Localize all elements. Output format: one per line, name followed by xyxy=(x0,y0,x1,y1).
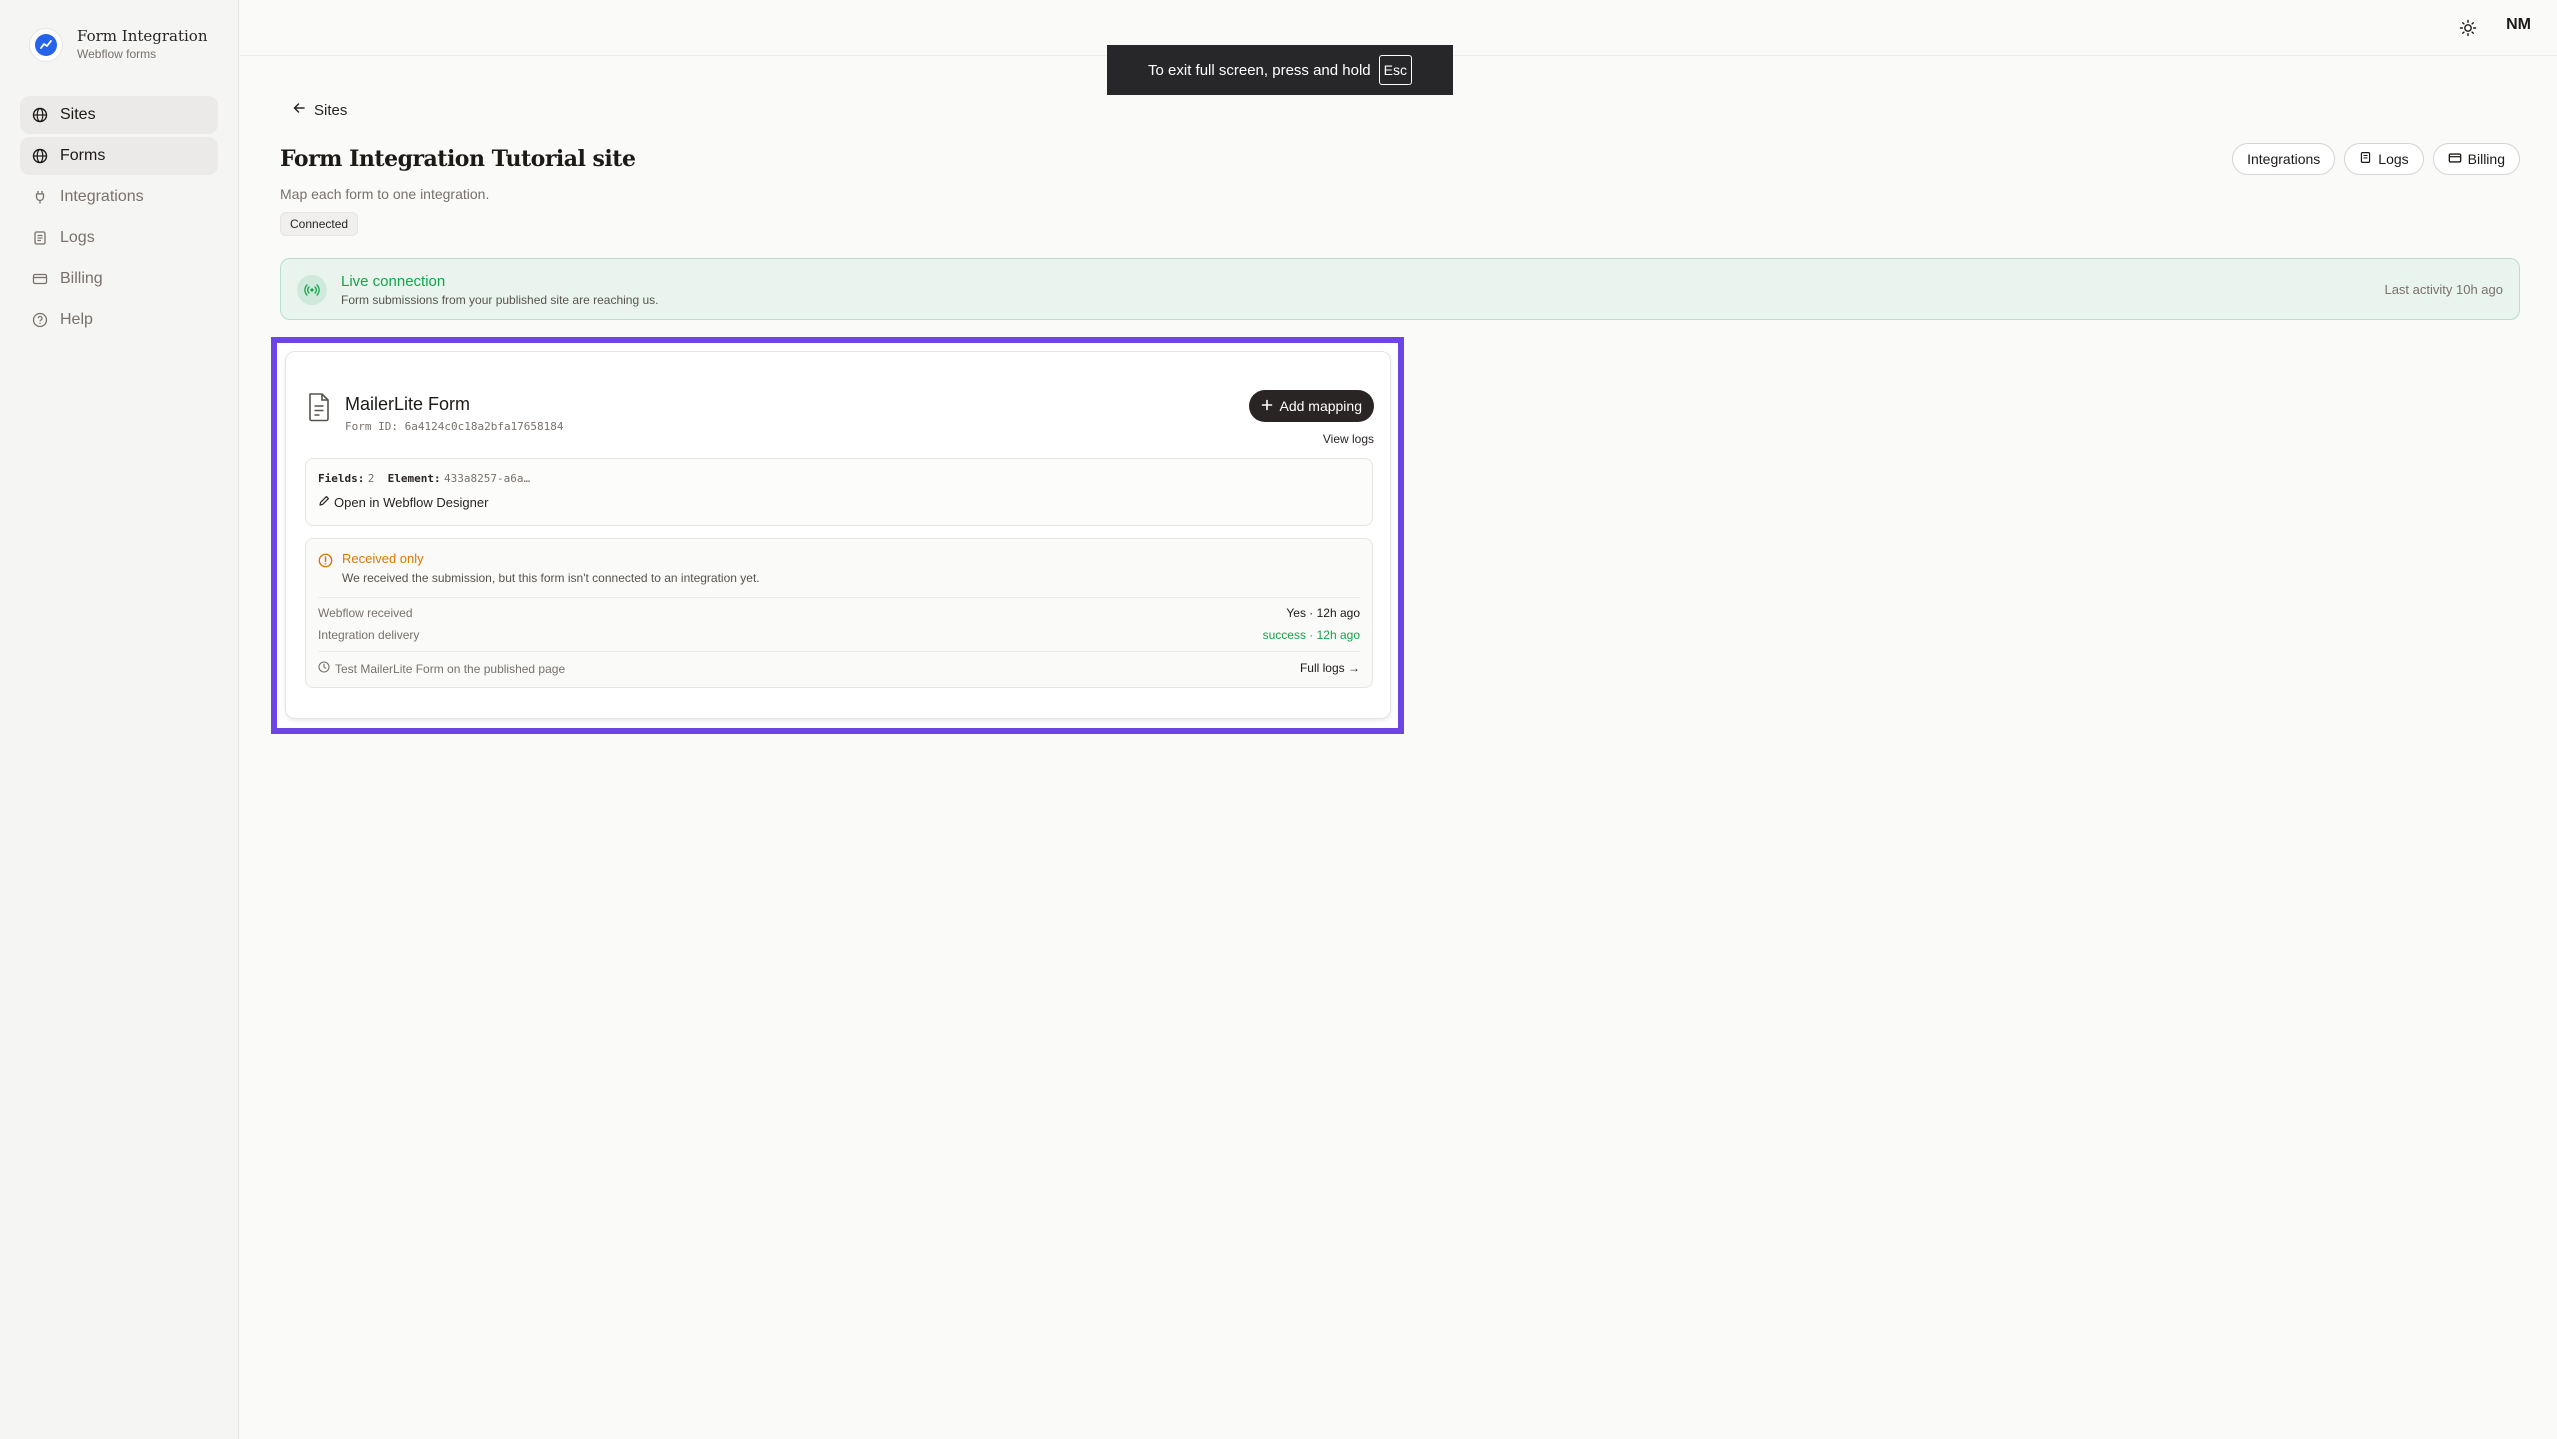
brand[interactable]: Form Integration Webflow forms xyxy=(29,28,208,62)
status-row-delivery: Integration delivery success · 12h ago xyxy=(318,628,1360,642)
integrations-button[interactable]: Integrations xyxy=(2232,143,2336,175)
divider xyxy=(318,651,1360,652)
form-meta-line: Fields: 2 Element: 433a8257-a6a… xyxy=(318,471,530,485)
pencil-icon xyxy=(318,495,330,510)
form-id: Form ID: 6a4124c0c18a2bfa17658184 xyxy=(345,420,564,433)
integrations-button-label: Integrations xyxy=(2247,151,2321,167)
form-card: MailerLite Form Form ID: 6a4124c0c18a2bf… xyxy=(285,351,1391,719)
status-title: Received only xyxy=(342,551,424,566)
sidebar-item-integrations[interactable]: Integrations xyxy=(20,178,218,216)
fullscreen-toast-text: To exit full screen, press and hold xyxy=(1148,61,1371,79)
status-row-value: success · 12h ago xyxy=(1262,628,1360,642)
status-row-label: Webflow received xyxy=(318,606,413,620)
sidebar-item-label: Billing xyxy=(60,270,103,287)
alert-circle-icon xyxy=(318,553,333,573)
sidebar-item-label: Forms xyxy=(60,147,106,164)
brand-subtitle: Webflow forms xyxy=(77,46,157,61)
sidebar: Form Integration Webflow forms Sites For… xyxy=(0,0,239,1439)
fields-value: 2 xyxy=(367,472,375,485)
clock-icon xyxy=(318,661,330,676)
back-link-label: Sites xyxy=(314,101,348,119)
full-logs-link[interactable]: Full logs → xyxy=(1300,661,1360,675)
status-description: We received the submission, but this for… xyxy=(342,571,760,585)
live-subtitle: Form submissions from your published sit… xyxy=(341,293,659,307)
brand-logo xyxy=(29,28,63,62)
live-connection-banner: Live connection Form submissions from yo… xyxy=(280,258,2520,320)
arrow-left-icon xyxy=(292,101,306,119)
fields-label: Fields: xyxy=(318,472,365,485)
header-actions: Integrations Logs Billing xyxy=(2232,143,2520,175)
sidebar-item-label: Sites xyxy=(60,106,96,123)
card-icon xyxy=(32,271,48,287)
open-designer-label: Open in Webflow Designer xyxy=(334,495,489,510)
sidebar-item-sites[interactable]: Sites xyxy=(20,96,218,134)
last-activity: Last activity 10h ago xyxy=(2384,282,2503,297)
form-meta: Fields: 2 Element: 433a8257-a6a… Open in… xyxy=(305,458,1373,526)
add-mapping-button[interactable]: Add mapping xyxy=(1249,390,1374,422)
form-card-highlight: MailerLite Form Form ID: 6a4124c0c18a2bf… xyxy=(271,337,1404,734)
element-label: Element: xyxy=(387,472,441,485)
sidebar-item-label: Logs xyxy=(60,229,95,246)
card-icon xyxy=(2448,151,2462,168)
view-logs-link[interactable]: View logs xyxy=(1323,432,1374,446)
sidebar-item-billing[interactable]: Billing xyxy=(20,260,218,298)
submission-status: Received only We received the submission… xyxy=(305,538,1373,688)
document-icon xyxy=(306,392,332,427)
fullscreen-toast: To exit full screen, press and hold Esc xyxy=(1107,45,1453,95)
billing-button[interactable]: Billing xyxy=(2432,143,2520,175)
billing-button-label: Billing xyxy=(2467,151,2505,167)
plus-icon xyxy=(1261,398,1273,414)
sidebar-item-label: Integrations xyxy=(60,188,144,205)
divider xyxy=(318,597,1360,598)
status-row-webflow: Webflow received Yes · 12h ago xyxy=(318,606,1360,620)
status-row-label: Integration delivery xyxy=(318,628,420,642)
sidebar-item-help[interactable]: Help xyxy=(20,301,218,339)
sidebar-item-logs[interactable]: Logs xyxy=(20,219,218,257)
logs-icon xyxy=(32,230,48,246)
help-icon xyxy=(32,312,48,328)
chart-logo-icon xyxy=(35,34,57,56)
globe-icon xyxy=(32,148,48,164)
add-mapping-label: Add mapping xyxy=(1279,398,1362,414)
broadcast-icon xyxy=(297,275,327,305)
logs-button[interactable]: Logs xyxy=(2344,143,2424,175)
page-title: Form Integration Tutorial site xyxy=(280,146,636,172)
status-badge: Connected xyxy=(280,212,359,236)
sidebar-nav: Sites Forms Integrations Logs Billing He… xyxy=(20,96,218,342)
logs-button-label: Logs xyxy=(2378,151,2409,167)
logs-icon xyxy=(2359,151,2372,167)
page-subtitle: Map each form to one integration. xyxy=(280,186,490,202)
esc-key: Esc xyxy=(1378,55,1412,85)
back-link[interactable]: Sites xyxy=(292,101,347,119)
globe-icon xyxy=(32,107,48,123)
element-value: 433a8257-a6a… xyxy=(444,472,531,485)
status-row-value: Yes · 12h ago xyxy=(1286,606,1360,620)
sidebar-item-forms[interactable]: Forms xyxy=(20,137,218,175)
plug-icon xyxy=(32,189,48,205)
sun-icon[interactable] xyxy=(2457,17,2479,39)
test-instructions: Test MailerLite Form on the published pa… xyxy=(318,661,565,676)
test-instructions-text: Test MailerLite Form on the published pa… xyxy=(335,661,566,676)
open-designer-link[interactable]: Open in Webflow Designer xyxy=(318,495,488,510)
brand-title: Form Integration xyxy=(77,27,208,46)
sidebar-item-label: Help xyxy=(60,311,93,328)
avatar[interactable]: NM xyxy=(2506,16,2531,34)
form-title: MailerLite Form xyxy=(345,394,471,414)
live-title: Live connection xyxy=(341,273,446,290)
